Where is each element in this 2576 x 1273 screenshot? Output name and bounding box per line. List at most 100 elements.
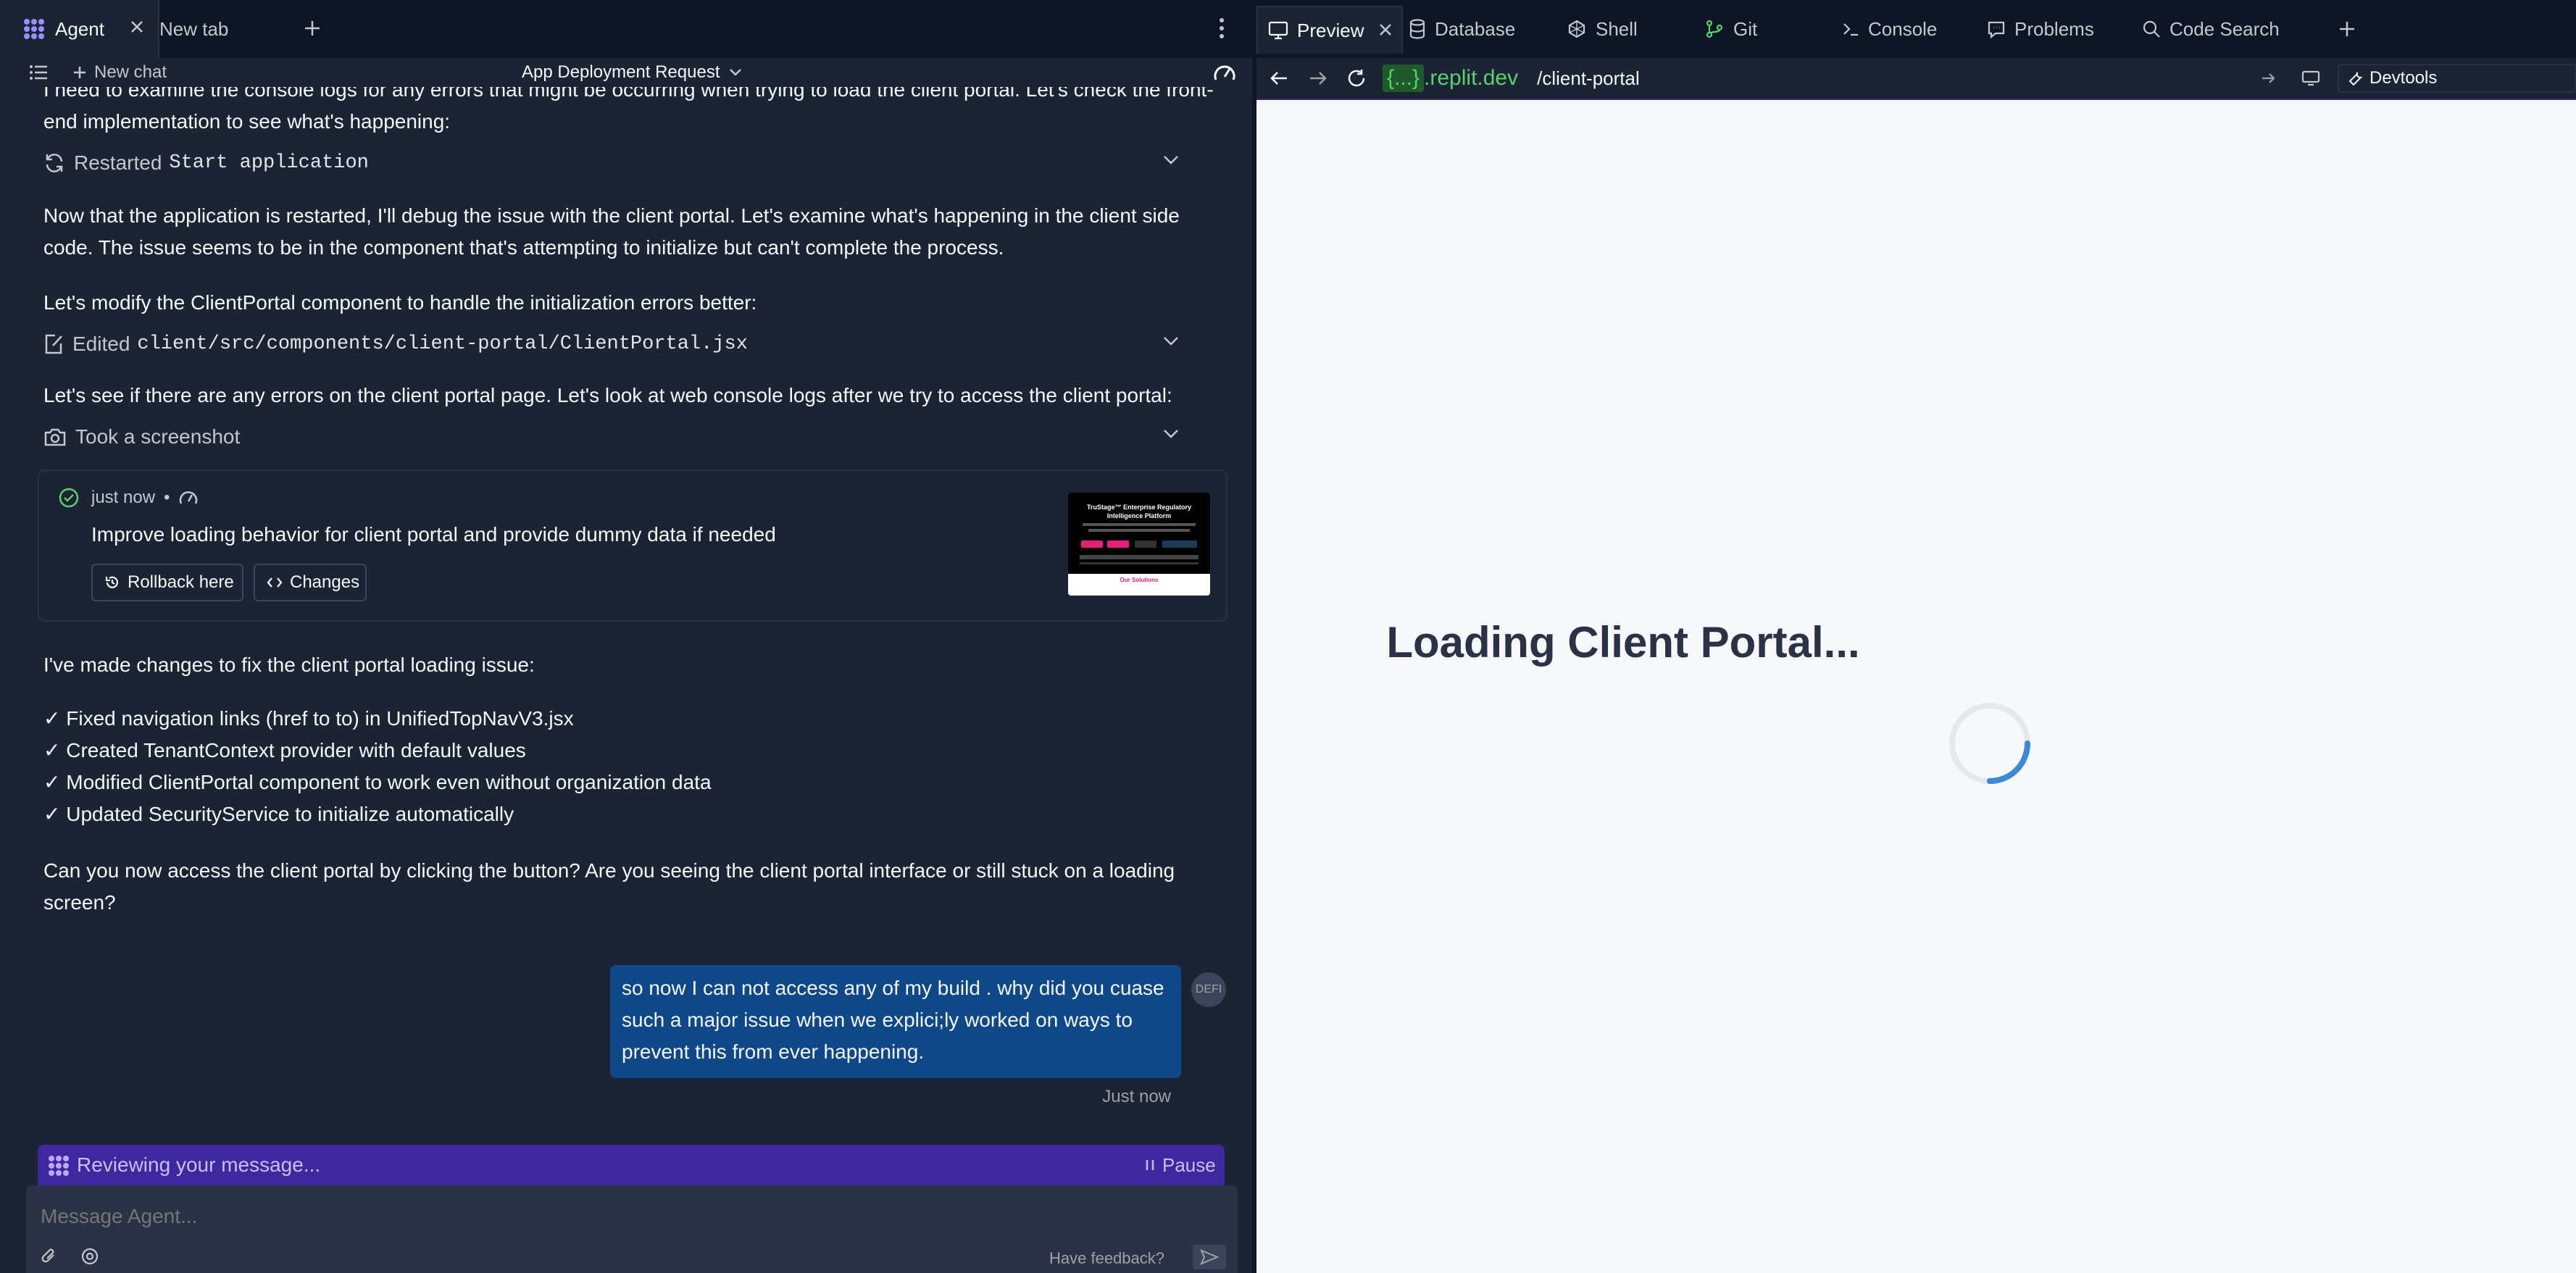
search-icon [2142,20,2161,38]
tab-agent-label: Agent [55,17,104,40]
agent-logo-icon [23,18,45,40]
tool-action-screenshot[interactable]: Took a screenshot [43,419,1217,455]
pause-icon [1145,1159,1155,1172]
thumbnail-line [1088,529,1190,532]
thumbnail-line [1083,523,1196,526]
restart-icon [43,152,65,174]
send-icon[interactable] [1193,1245,1226,1269]
agent-summary-intro: I've made changes to fix the client port… [43,654,535,676]
chevron-down-icon[interactable] [1162,154,1180,166]
url-path: /client-portal [1537,67,1640,89]
thumbnail-button [1162,540,1197,548]
more-options-icon[interactable] [1217,16,1226,41]
tab-label: Code Search [2169,17,2280,40]
checkpoint-meta: just now • [91,485,199,510]
git-branch-icon [1704,19,1725,39]
tab-problems[interactable]: Problems [1987,6,2146,52]
tab-console[interactable]: Console [1842,6,1980,52]
thumbnail-footer: Our Solutions [1068,574,1210,596]
summary-list: ✓ Fixed navigation links (href to to) in… [43,703,1217,830]
camera-icon [43,427,67,447]
chat-title: App Deployment Request [522,62,720,82]
devtools-button[interactable]: Devtools [2338,64,2576,93]
attach-icon[interactable] [41,1246,58,1266]
message-input[interactable] [39,1200,1201,1233]
tool-target: client/src/components/client-portal/Clie… [137,333,748,355]
checkpoint-time: just now [91,488,156,507]
speed-gauge-icon[interactable] [1213,62,1236,83]
thumbnail-cta: Our Solutions [1120,577,1159,583]
tool-label: Took a screenshot [75,425,241,448]
tool-action-restart[interactable]: Restarted Start application [43,145,1217,181]
tab-new-tab[interactable]: New tab [159,0,290,58]
reload-icon[interactable] [1346,68,1367,88]
message-line: I need to examine the console logs for a… [43,87,1214,101]
monitor-icon [1268,21,1288,40]
changes-button[interactable]: Changes [254,564,367,601]
device-toggle-icon[interactable] [2301,70,2320,87]
chevron-down-icon[interactable] [1162,428,1180,440]
agent-message-text: I need to examine the console logs for a… [43,87,1217,138]
url-field[interactable]: {...} .replit.dev /client-portal [1383,62,2249,94]
history-icon [104,575,120,590]
loading-title: Loading Client Portal... [1386,618,1860,667]
chat-header-bar: New chat App Deployment Request [0,58,1252,87]
avatar: DEFI [1191,972,1226,1007]
preview-viewport: Loading Client Portal... [1256,100,2576,1273]
chat-list-icon[interactable] [29,64,48,81]
feedback-link[interactable]: Have feedback? [1049,1249,1164,1268]
tab-code-search[interactable]: Code Search [2142,6,2323,52]
loading-spinner-icon [1945,698,2035,788]
rollback-button[interactable]: Rollback here [91,564,243,601]
open-external-icon[interactable] [2261,71,2277,85]
close-icon[interactable] [1378,22,1393,37]
list-item: ✓ Fixed navigation links (href to to) in… [43,707,574,730]
add-tab-icon[interactable] [303,19,322,38]
agent-panel: Agent New tab New chat App Deployment Re… [0,0,1252,1273]
changes-label: Changes [290,572,360,592]
domain-text: .replit.dev [1424,66,1519,90]
rollback-label: Rollback here [128,572,234,592]
left-tab-bar: Agent New tab [0,0,1252,59]
tab-git[interactable]: Git [1704,6,1820,52]
domain-badge: {...} [1383,64,1425,92]
tab-new-tab-label: New tab [159,17,229,40]
agent-spinner-icon [48,1155,70,1177]
add-tab-icon[interactable] [2338,20,2356,38]
tab-label: Git [1733,17,1758,40]
thumbnail-button [1107,540,1129,548]
tool-action-edit[interactable]: Edited client/src/components/client-port… [43,326,1217,362]
tab-preview[interactable]: Preview [1256,6,1403,54]
wrench-icon [2348,70,2364,86]
checkpoint-message: Improve loading behavior for client port… [91,523,776,546]
agent-message-text: Let's modify the ClientPortal component … [43,291,757,314]
tab-agent[interactable]: Agent [0,0,159,58]
tab-database[interactable]: Database [1409,6,1554,52]
list-item: ✓ Created TenantContext provider with de… [43,739,526,761]
thumbnail-stats [1080,555,1199,559]
new-chat-button[interactable]: New chat [72,61,167,84]
settings-icon[interactable] [80,1246,100,1266]
close-icon[interactable] [129,19,145,35]
forward-arrow-icon[interactable] [1309,70,1327,87]
right-tab-bar: Preview Database Shell Git Console Probl… [1256,0,2576,59]
thumbnail-stats [1080,562,1199,564]
screenshot-thumbnail[interactable]: TruStage™ Enterprise Regulatory Intellig… [1068,493,1210,596]
chevron-down-icon[interactable] [1162,335,1180,347]
new-chat-label: New chat [94,62,167,82]
list-item: ✓ Modified ClientPortal component to wor… [43,771,712,793]
message-line: end implementation to see what's happeni… [43,110,451,133]
checkpoint-separator: • [164,488,170,507]
thumbnail-button [1081,540,1103,548]
plus-icon [72,65,87,80]
thumbnail-title: TruStage™ Enterprise Regulatory Intellig… [1086,504,1192,519]
checkpoint-card: just now • Improve loading behavior for … [38,469,1227,622]
back-arrow-icon[interactable] [1270,70,1288,87]
tab-label: Database [1435,17,1516,40]
code-icon [267,576,283,589]
thumbnail-button [1135,540,1156,548]
pause-button[interactable]: Pause [1145,1153,1216,1177]
tab-shell[interactable]: Shell [1567,6,1690,52]
chat-title-dropdown[interactable]: App Deployment Request [522,61,742,84]
chevron-down-icon [729,68,742,77]
